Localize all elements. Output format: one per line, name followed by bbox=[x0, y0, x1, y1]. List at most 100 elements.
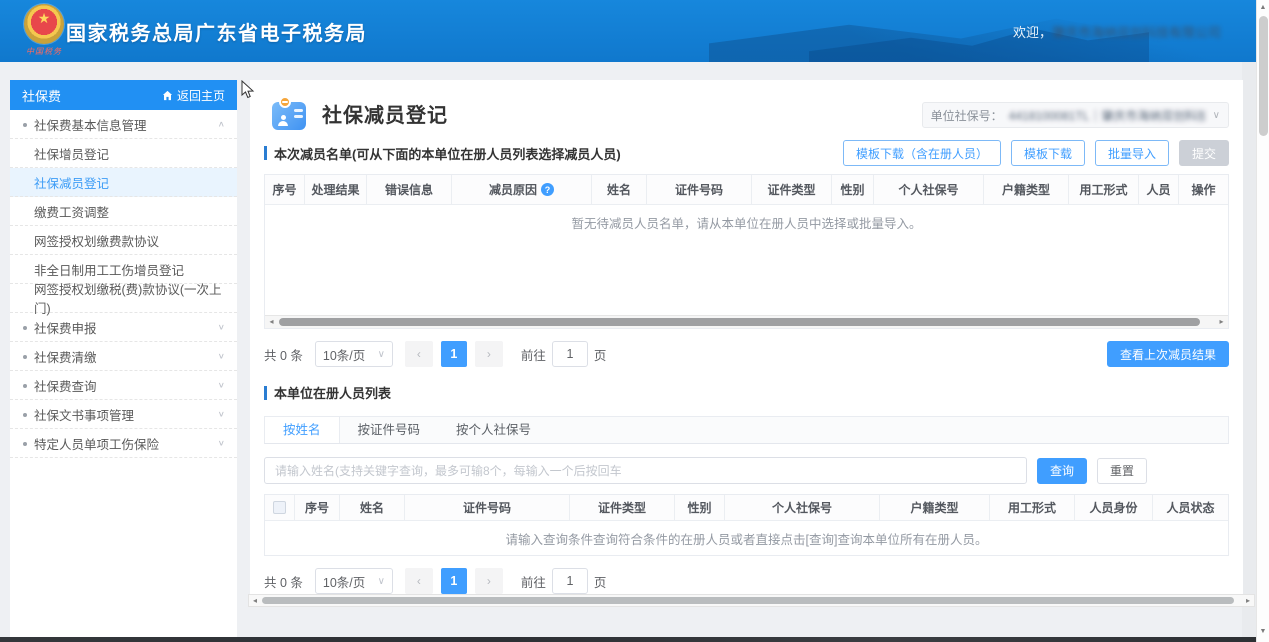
help-icon[interactable]: ? bbox=[541, 183, 554, 196]
page-horizontal-scrollbar[interactable]: ◂ ▸ bbox=[248, 594, 1255, 607]
scroll-down-arrow-icon[interactable]: ▼ bbox=[1257, 626, 1269, 638]
sidebar-header: 社保费 返回主页 bbox=[10, 80, 237, 110]
sidebar-item-online-deduct-agreement[interactable]: 网签授权划缴费款协议 bbox=[10, 226, 237, 255]
goto-label: 前往 bbox=[521, 345, 546, 364]
sidebar-item-label: 网签授权划缴费款协议 bbox=[34, 231, 159, 250]
sidebar-item-document-mgmt[interactable]: 社保文书事项管理 ∨ bbox=[10, 400, 237, 429]
select-all-checkbox[interactable] bbox=[273, 501, 286, 514]
scroll-left-arrow-icon[interactable]: ◂ bbox=[265, 316, 278, 328]
column-header: 户籍类型 bbox=[880, 495, 990, 521]
batch-import-button[interactable]: 批量导入 bbox=[1095, 140, 1169, 166]
chevron-down-icon: ∨ bbox=[218, 352, 225, 361]
sidebar-item-onetime-deduct-agreement[interactable]: 网签授权划缴税(费)款协议(一次上门) bbox=[10, 284, 237, 313]
insurer-number-select[interactable]: 单位社保号： 4418100081TL｜肇庆市海纳双创科技 ∨ bbox=[922, 102, 1229, 128]
submit-button[interactable]: 提交 bbox=[1179, 140, 1229, 166]
table1-scrollbar-thumb[interactable] bbox=[279, 318, 1200, 326]
section1-title: 本次减员名单(可从下面的本单位在册人员列表选择减员人员) bbox=[264, 144, 621, 163]
chevron-down-icon: ∨ bbox=[218, 410, 225, 419]
sidebar-item-fee-settle[interactable]: 社保费清缴 ∨ bbox=[10, 342, 237, 371]
emblem-icon: ★ bbox=[24, 4, 64, 44]
sidebar-item-label: 网签授权划缴税(费)款协议(一次上门) bbox=[34, 279, 225, 317]
reset-button[interactable]: 重置 bbox=[1097, 458, 1147, 484]
chevron-down-icon: ∨ bbox=[378, 576, 385, 587]
column-header: 证件类型 bbox=[570, 495, 675, 521]
taskbar-edge bbox=[0, 637, 1269, 642]
scroll-left-arrow-icon[interactable]: ◂ bbox=[249, 595, 261, 606]
insurer-number-value: 4418100081TL｜肇庆市海纳双创科技 bbox=[1009, 107, 1205, 124]
insurer-number-label: 单位社保号： bbox=[931, 107, 1003, 124]
sidebar-item-wage-adjust[interactable]: 缴费工资调整 bbox=[10, 197, 237, 226]
national-emblem-logo: ★ 中国税务 bbox=[18, 4, 70, 57]
chevron-down-icon: ∨ bbox=[218, 381, 225, 390]
next-page-button[interactable]: › bbox=[475, 341, 503, 367]
sidebar-item-reduce-staff[interactable]: 社保减员登记 bbox=[10, 168, 237, 197]
query-button[interactable]: 查询 bbox=[1037, 458, 1087, 484]
section2-title: 本单位在册人员列表 bbox=[264, 383, 391, 402]
column-header: 性别 bbox=[675, 495, 725, 521]
sidebar-item-add-staff[interactable]: 社保增员登记 bbox=[10, 139, 237, 168]
tab-by-personal-ssn[interactable]: 按个人社保号 bbox=[438, 417, 549, 443]
page-number-button[interactable]: 1 bbox=[441, 568, 467, 594]
page-title: 社保减员登记 bbox=[322, 99, 448, 128]
search-tabs: 按姓名 按证件号码 按个人社保号 bbox=[264, 416, 1229, 444]
pagination-2: 共 0 条 10条/页 ∨ ‹ 1 › 前往 页 bbox=[264, 568, 1229, 594]
tab-by-id-number[interactable]: 按证件号码 bbox=[340, 417, 439, 443]
column-header: 姓名 bbox=[340, 495, 405, 521]
column-header: 证件号码 bbox=[647, 175, 752, 205]
reduction-list-table: 序号 处理结果 错误信息 减员原因 ? 姓名 证件号码 证件类型 性别 个人社保… bbox=[264, 174, 1229, 329]
chevron-down-icon: ∨ bbox=[378, 349, 385, 360]
column-header: 人员状态 bbox=[1153, 495, 1228, 521]
chevron-up-icon: ∧ bbox=[218, 120, 225, 129]
sidebar-item-label: 社保费申报 bbox=[34, 318, 97, 337]
inner-scroll-gutter bbox=[1242, 62, 1256, 638]
vertical-scrollbar-thumb[interactable] bbox=[1259, 16, 1268, 136]
sidebar-item-label: 社保文书事项管理 bbox=[34, 405, 134, 424]
column-header: 人员身份 bbox=[1075, 495, 1153, 521]
goto-page-input[interactable] bbox=[552, 568, 588, 594]
sidebar-item-label: 缴费工资调整 bbox=[34, 202, 109, 221]
page-size-select[interactable]: 10条/页 ∨ bbox=[315, 568, 393, 594]
table1-horizontal-scrollbar[interactable]: ◂ ▸ bbox=[265, 315, 1228, 328]
column-header: 个人社保号 bbox=[874, 175, 984, 205]
sidebar-item-special-injury-insurance[interactable]: 特定人员单项工伤保险 ∨ bbox=[10, 429, 237, 458]
vertical-scrollbar[interactable]: ▲ ▼ bbox=[1256, 0, 1269, 642]
table-header-row: 序号 姓名 证件号码 证件类型 性别 个人社保号 户籍类型 用工形式 人员身份 … bbox=[265, 495, 1228, 521]
back-home-link[interactable]: 返回主页 bbox=[162, 87, 225, 104]
scroll-up-arrow-icon[interactable]: ▲ bbox=[1257, 2, 1269, 14]
column-header: 人员 bbox=[1139, 175, 1179, 205]
tab-by-name[interactable]: 按姓名 bbox=[265, 417, 340, 443]
pagination-1: 共 0 条 10条/页 ∨ ‹ 1 › 前往 页 查看上次减员结果 bbox=[264, 341, 1229, 367]
sidebar-item-basic-info-mgmt[interactable]: 社保费基本信息管理 ∧ bbox=[10, 110, 237, 139]
scroll-right-arrow-icon[interactable]: ▸ bbox=[1242, 595, 1254, 606]
total-count: 共 0 条 bbox=[264, 345, 303, 364]
sidebar-item-label: 社保减员登记 bbox=[34, 173, 109, 192]
sidebar-item-label: 非全日制用工工伤增员登记 bbox=[34, 260, 184, 279]
view-last-result-button[interactable]: 查看上次减员结果 bbox=[1107, 341, 1229, 367]
search-input[interactable] bbox=[264, 457, 1027, 484]
template-download-button[interactable]: 模板下载 bbox=[1011, 140, 1085, 166]
page-size-value: 10条/页 bbox=[323, 345, 365, 364]
sidebar-title: 社保费 bbox=[22, 86, 61, 105]
sidebar-item-fee-query[interactable]: 社保费查询 ∨ bbox=[10, 371, 237, 400]
sidebar-item-label: 社保费基本信息管理 bbox=[34, 115, 147, 134]
goto-page-input[interactable] bbox=[552, 341, 588, 367]
prev-page-button[interactable]: ‹ bbox=[405, 568, 433, 594]
column-header: 姓名 bbox=[592, 175, 647, 205]
page-number-button[interactable]: 1 bbox=[441, 341, 467, 367]
welcome-prefix: 欢迎， bbox=[1013, 25, 1052, 40]
page-unit-label: 页 bbox=[594, 572, 607, 591]
column-header: 错误信息 bbox=[367, 175, 452, 205]
page-size-select[interactable]: 10条/页 ∨ bbox=[315, 341, 393, 367]
next-page-button[interactable]: › bbox=[475, 568, 503, 594]
sidebar: 社保费 返回主页 社保费基本信息管理 ∧ 社保增员登记 社保减员登记 缴费工资调… bbox=[10, 80, 237, 638]
prev-page-button[interactable]: ‹ bbox=[405, 341, 433, 367]
app-root: ★ 中国税务 国家税务总局广东省电子税务局 欢迎，肇庆市海纳双创科技有限公司 ▲… bbox=[0, 0, 1269, 642]
template-download-with-staff-button[interactable]: 模板下载（含在册人员） bbox=[843, 140, 1001, 166]
page-unit-label: 页 bbox=[594, 345, 607, 364]
scroll-right-arrow-icon[interactable]: ▸ bbox=[1215, 316, 1228, 328]
back-home-label: 返回主页 bbox=[177, 87, 225, 104]
sidebar-item-fee-declare[interactable]: 社保费申报 ∨ bbox=[10, 313, 237, 342]
page-scrollbar-thumb[interactable] bbox=[262, 597, 1234, 604]
table-header-row: 序号 处理结果 错误信息 减员原因 ? 姓名 证件号码 证件类型 性别 个人社保… bbox=[265, 175, 1228, 205]
page-size-value: 10条/页 bbox=[323, 572, 365, 591]
